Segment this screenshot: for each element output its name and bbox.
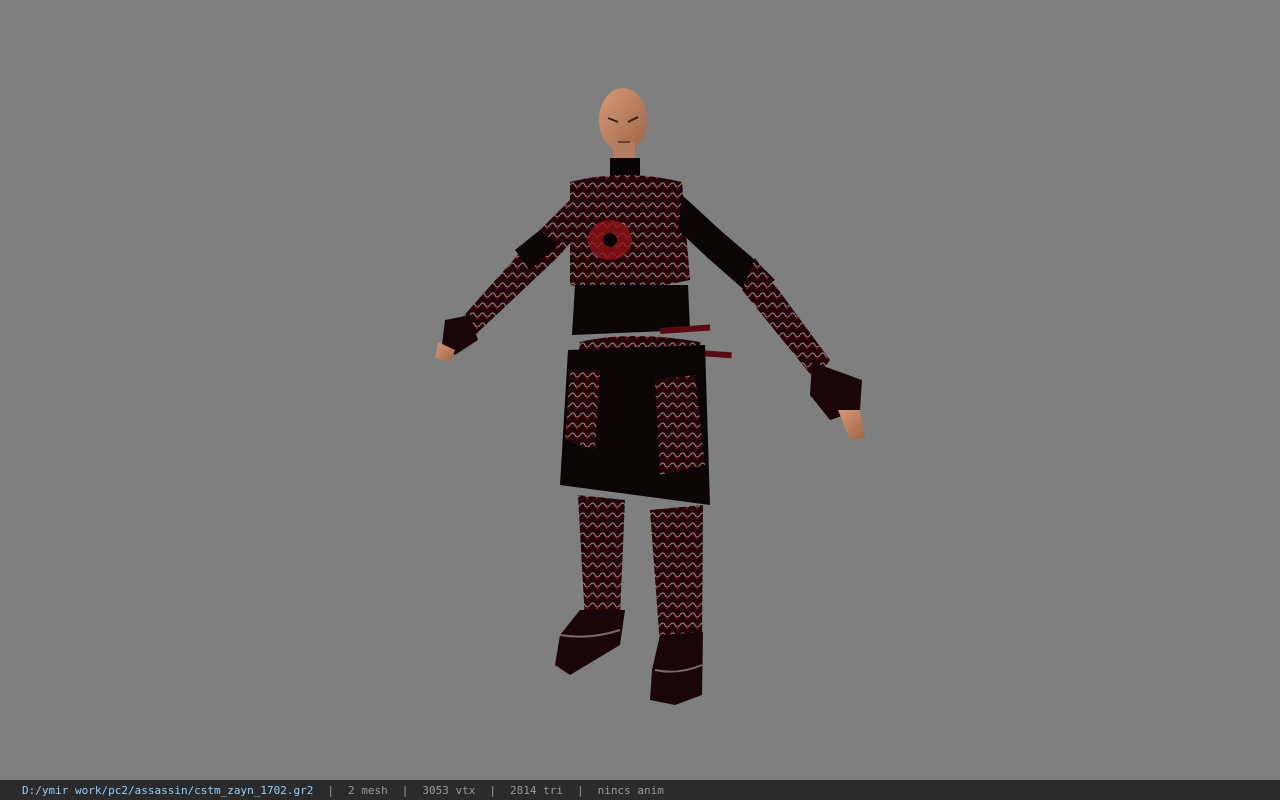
separator: | — [401, 783, 409, 797]
mesh-count: 2 mesh — [348, 783, 388, 797]
separator: | — [489, 783, 497, 797]
status-bar: D:/ymir work/pc2/assassin/cstm_zayn_1702… — [0, 780, 1280, 800]
head — [599, 88, 647, 164]
3d-viewport[interactable] — [0, 0, 1280, 780]
left-arm — [435, 195, 585, 362]
file-path: D:/ymir work/pc2/assassin/cstm_zayn_1702… — [22, 783, 314, 797]
triangle-count: 2814 tri — [510, 783, 563, 797]
separator: | — [327, 783, 335, 797]
vertex-count: 3053 vtx — [422, 783, 476, 797]
character-model — [435, 88, 865, 705]
animation-status: nincs anim — [597, 783, 664, 797]
separator: | — [577, 783, 584, 797]
skirt-armor — [560, 345, 710, 505]
